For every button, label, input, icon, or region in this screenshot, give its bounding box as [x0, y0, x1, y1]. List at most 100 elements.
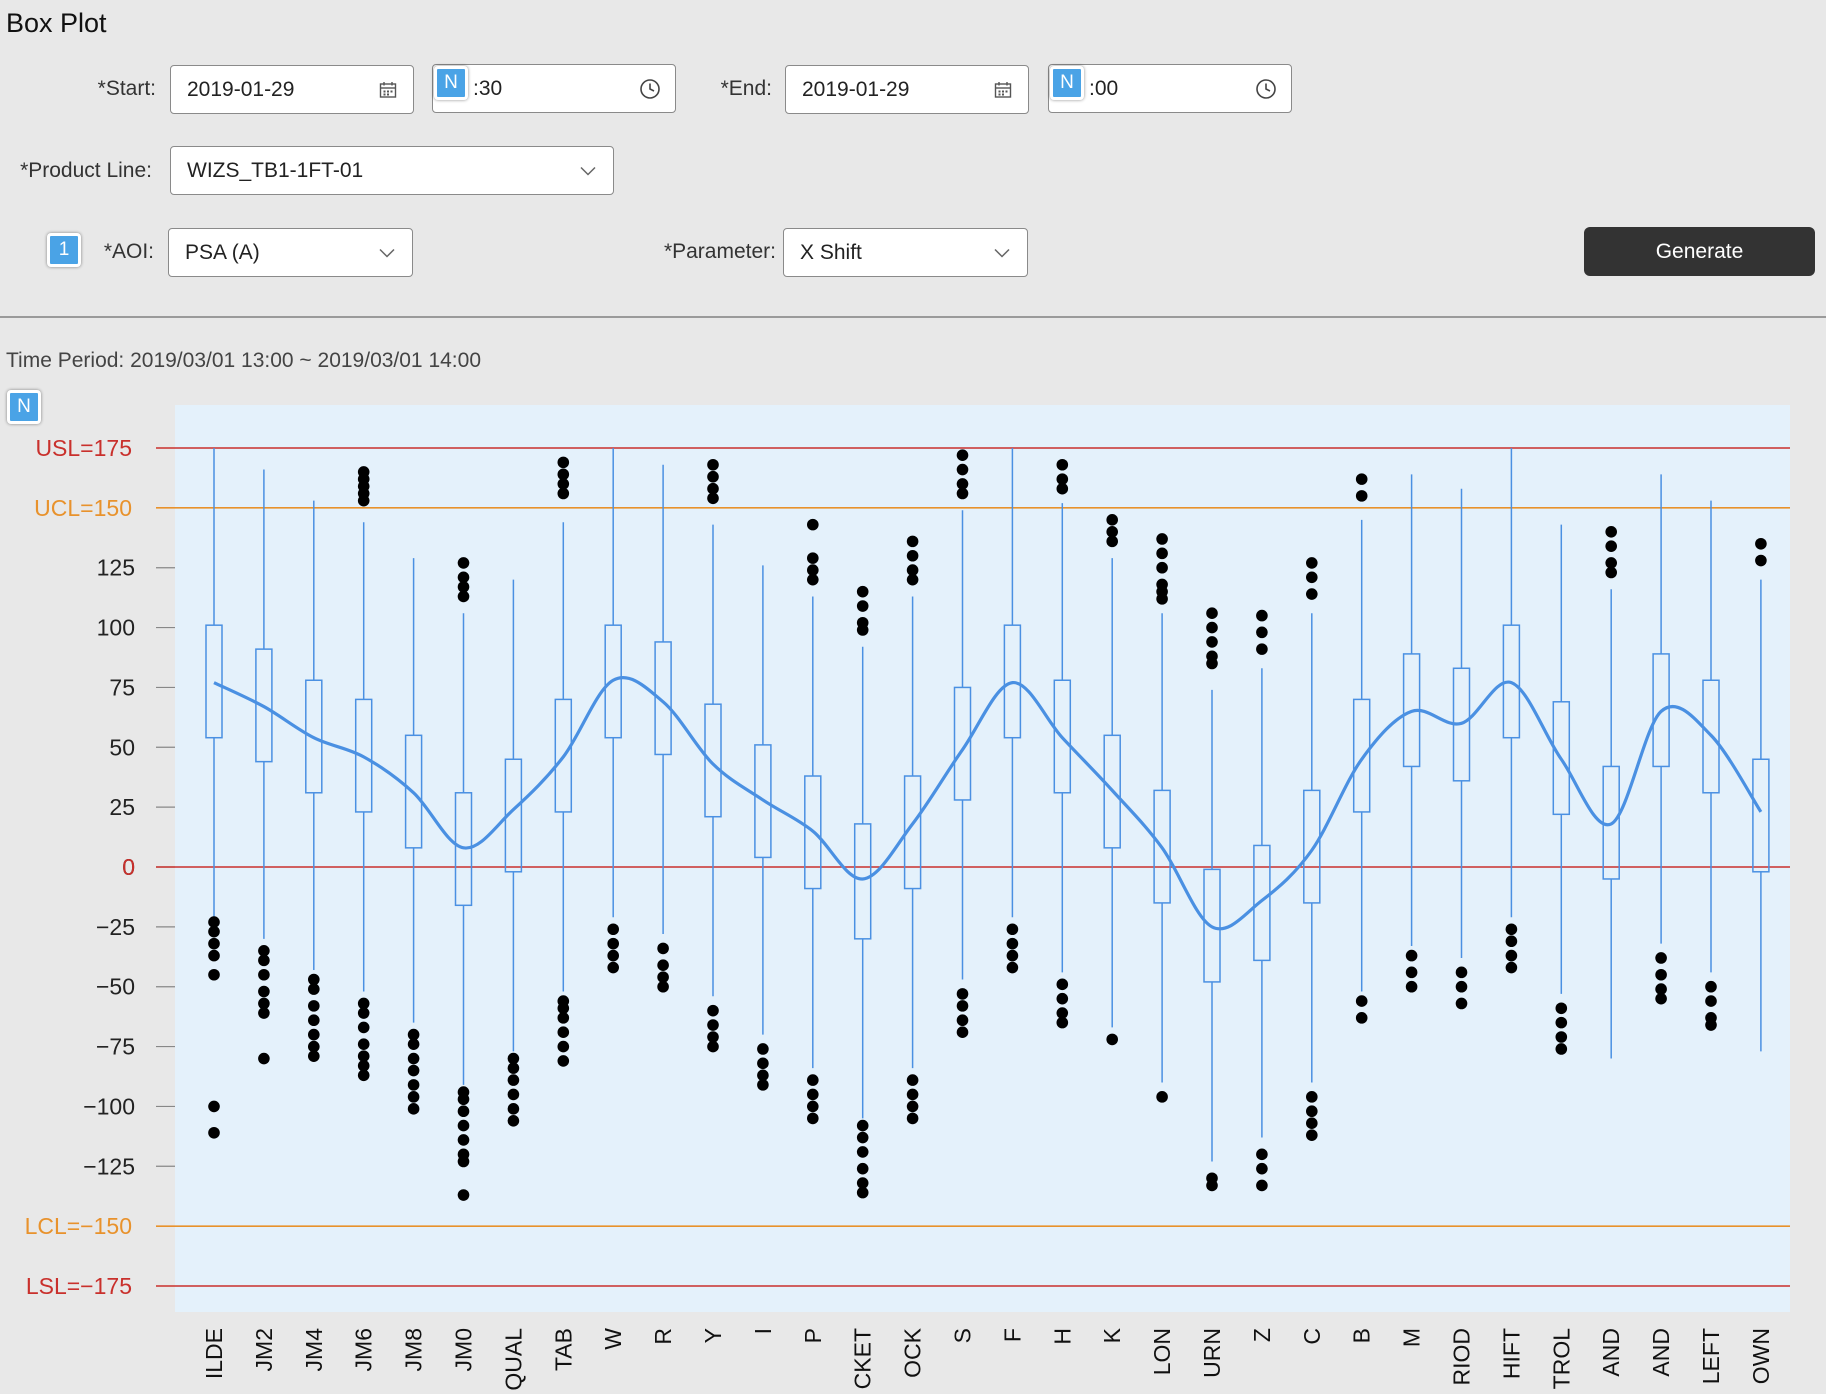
end-label: *End: — [720, 77, 772, 100]
annotation-badge: N — [1050, 66, 1084, 100]
outlier-point — [707, 1040, 719, 1053]
outlier-point — [1455, 966, 1468, 979]
outlier-point — [557, 456, 570, 469]
calendar-icon — [992, 79, 1014, 101]
x-tick-label: ILDE — [201, 1328, 227, 1379]
outlier-point — [457, 1134, 470, 1146]
x-tick-label: RIOD — [1449, 1328, 1475, 1386]
y-tick-label: −125 — [83, 1153, 135, 1179]
outlier-point — [707, 1019, 719, 1031]
outlier-point — [807, 1100, 819, 1113]
outlier-point — [1256, 1148, 1268, 1161]
start-date-picker[interactable]: 2019-01-29 — [170, 65, 414, 114]
clock-icon — [1255, 78, 1277, 100]
outlier-point — [1206, 1179, 1218, 1192]
reference-line-label: UCL=150 — [34, 495, 132, 521]
outlier-point — [1355, 995, 1368, 1007]
outlier-point — [1106, 535, 1118, 548]
product-line-select[interactable]: WIZS_TB1-1FT-01 — [170, 146, 614, 195]
parameter-label: *Parameter: — [663, 240, 776, 263]
outlier-point — [757, 1043, 769, 1055]
outlier-point — [1306, 1117, 1318, 1129]
y-tick-label: 125 — [97, 555, 135, 581]
outlier-point — [1306, 1105, 1318, 1118]
outlier-point — [557, 1055, 570, 1067]
outlier-point — [457, 1093, 470, 1106]
outlier-point — [956, 1026, 969, 1039]
x-tick-label: JM0 — [451, 1328, 477, 1371]
outlier-point — [956, 1014, 969, 1027]
outlier-point — [1256, 626, 1268, 639]
outlier-point — [357, 1021, 370, 1034]
generate-button[interactable]: Generate — [1584, 227, 1815, 276]
outlier-point — [1206, 636, 1218, 648]
outlier-point — [557, 487, 570, 500]
page-title: Box Plot — [6, 8, 107, 38]
outlier-point — [1106, 1033, 1118, 1046]
outlier-point — [258, 1052, 270, 1065]
outlier-point — [807, 1088, 819, 1101]
outlier-point — [906, 1088, 919, 1101]
x-tick-label: S — [950, 1328, 976, 1343]
x-tick-label: CKET — [850, 1328, 876, 1389]
outlier-point — [1156, 547, 1168, 560]
outlier-point — [208, 937, 220, 950]
outlier-point — [1405, 980, 1418, 993]
x-tick-label: H — [1049, 1328, 1075, 1345]
outlier-point — [1106, 514, 1118, 526]
x-tick-label: I — [750, 1328, 776, 1334]
outlier-point — [807, 573, 819, 586]
chevron-down-icon — [376, 242, 398, 264]
outlier-point — [1605, 566, 1617, 579]
calendar-icon — [377, 79, 399, 101]
outlier-point — [906, 549, 919, 562]
outlier-point — [357, 494, 370, 507]
outlier-point — [507, 1088, 520, 1101]
outlier-point — [1455, 980, 1468, 993]
x-tick-label: K — [1099, 1327, 1125, 1343]
outlier-point — [457, 1189, 470, 1201]
parameter-select[interactable]: X Shift — [783, 228, 1028, 277]
outlier-point — [1455, 997, 1468, 1010]
outlier-point — [956, 449, 969, 461]
outlier-point — [407, 1064, 420, 1077]
outlier-point — [1256, 643, 1268, 655]
end-time-picker[interactable]: :00 — [1048, 64, 1292, 113]
start-label: *Start: — [97, 77, 156, 100]
outlier-point — [956, 988, 969, 1000]
outlier-point — [1056, 992, 1069, 1005]
outlier-point — [1156, 561, 1168, 574]
outlier-point — [457, 1105, 470, 1118]
x-tick-label: AND — [1648, 1328, 1674, 1377]
start-time-picker[interactable]: :30 — [432, 64, 676, 113]
x-tick-label: HIFT — [1498, 1328, 1524, 1379]
outlier-point — [956, 463, 969, 476]
outlier-point — [557, 1026, 570, 1039]
outlier-point — [1655, 968, 1667, 981]
outlier-point — [607, 961, 619, 974]
end-date-picker[interactable]: 2019-01-29 — [785, 65, 1029, 114]
x-tick-label: JM2 — [251, 1328, 277, 1371]
outlier-point — [906, 1100, 919, 1113]
time-period-text: Time Period: 2019/03/01 13:00 ~ 2019/03/… — [6, 349, 482, 372]
aoi-select[interactable]: PSA (A) — [168, 228, 413, 277]
outlier-point — [1006, 949, 1019, 962]
outlier-point — [457, 590, 470, 603]
outlier-point — [1156, 533, 1168, 545]
outlier-point — [906, 1074, 919, 1086]
outlier-point — [906, 535, 919, 548]
outlier-point — [807, 1074, 819, 1086]
outlier-point — [407, 1079, 420, 1091]
outlier-point — [1555, 1031, 1568, 1043]
x-tick-label: JM8 — [401, 1328, 427, 1371]
outlier-point — [856, 585, 869, 598]
outlier-point — [1705, 1019, 1717, 1031]
x-tick-label: OCK — [900, 1327, 926, 1378]
outlier-point — [607, 949, 619, 962]
outlier-point — [357, 1007, 370, 1019]
start-date-value: 2019-01-29 — [187, 77, 295, 101]
outlier-point — [1555, 1043, 1568, 1055]
plot-area — [175, 405, 1790, 1312]
outlier-point — [457, 1155, 470, 1168]
outlier-point — [258, 954, 270, 967]
